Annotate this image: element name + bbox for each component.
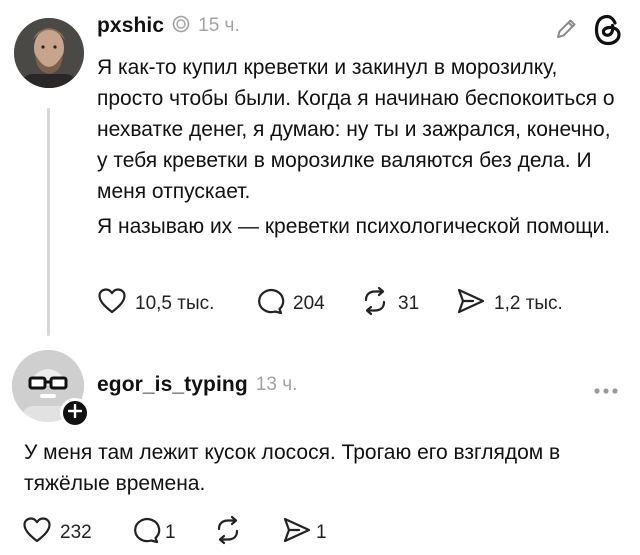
post-paragraph-2: Я называю их — креветки психологической … bbox=[97, 215, 611, 238]
comment-icon bbox=[255, 287, 285, 320]
reply-comment-button[interactable]: 1 bbox=[131, 516, 176, 549]
plus-icon bbox=[67, 403, 83, 423]
more-icon bbox=[593, 382, 619, 399]
edit-icon[interactable] bbox=[553, 16, 579, 47]
share-icon bbox=[456, 287, 486, 320]
heart-icon bbox=[22, 516, 52, 549]
like-count: 10,5 тыс. bbox=[135, 292, 215, 314]
follow-badge-button[interactable] bbox=[60, 398, 90, 428]
post-header: pxshic 15 ч. bbox=[97, 14, 240, 38]
reply-share-count: 1 bbox=[316, 521, 327, 543]
reply-comment-count: 1 bbox=[165, 521, 176, 543]
share-count: 1,2 тыс. bbox=[494, 292, 563, 314]
post-body: Я как-то купил креветки и закинул в моро… bbox=[97, 52, 617, 242]
verified-icon bbox=[172, 15, 190, 38]
share-button[interactable]: 1,2 тыс. bbox=[456, 287, 563, 320]
thread-line bbox=[47, 108, 50, 336]
comment-icon bbox=[131, 516, 161, 549]
repost-button[interactable]: 31 bbox=[360, 286, 419, 321]
like-button[interactable]: 10,5 тыс. bbox=[97, 287, 214, 320]
reply-like-button[interactable]: 232 bbox=[22, 516, 92, 549]
comment-count: 204 bbox=[293, 292, 325, 314]
avatar-pxshic[interactable] bbox=[14, 18, 84, 88]
reply-like-count: 232 bbox=[60, 521, 92, 543]
more-button[interactable] bbox=[593, 382, 619, 400]
reply-body: У меня там лежит кусок лосося. Трогаю ег… bbox=[24, 441, 561, 495]
repost-icon bbox=[213, 515, 243, 550]
share-icon bbox=[282, 516, 312, 549]
reply-header: egor_is_typing 13 ч. bbox=[97, 373, 297, 397]
reply-time: 13 ч. bbox=[255, 374, 298, 395]
reply-username[interactable]: egor_is_typing bbox=[97, 373, 248, 397]
repost-icon bbox=[360, 286, 390, 321]
post-paragraph-1: Я как-то купил креветки и закинул в моро… bbox=[97, 56, 615, 203]
comment-button[interactable]: 204 bbox=[255, 287, 325, 320]
threads-logo-icon[interactable] bbox=[592, 13, 624, 52]
heart-icon bbox=[97, 287, 127, 320]
post-username[interactable]: pxshic bbox=[97, 14, 164, 38]
repost-count: 31 bbox=[398, 292, 420, 314]
post-time: 15 ч. bbox=[198, 15, 240, 36]
reply-repost-button[interactable] bbox=[213, 515, 243, 550]
reply-share-button[interactable]: 1 bbox=[282, 516, 327, 549]
